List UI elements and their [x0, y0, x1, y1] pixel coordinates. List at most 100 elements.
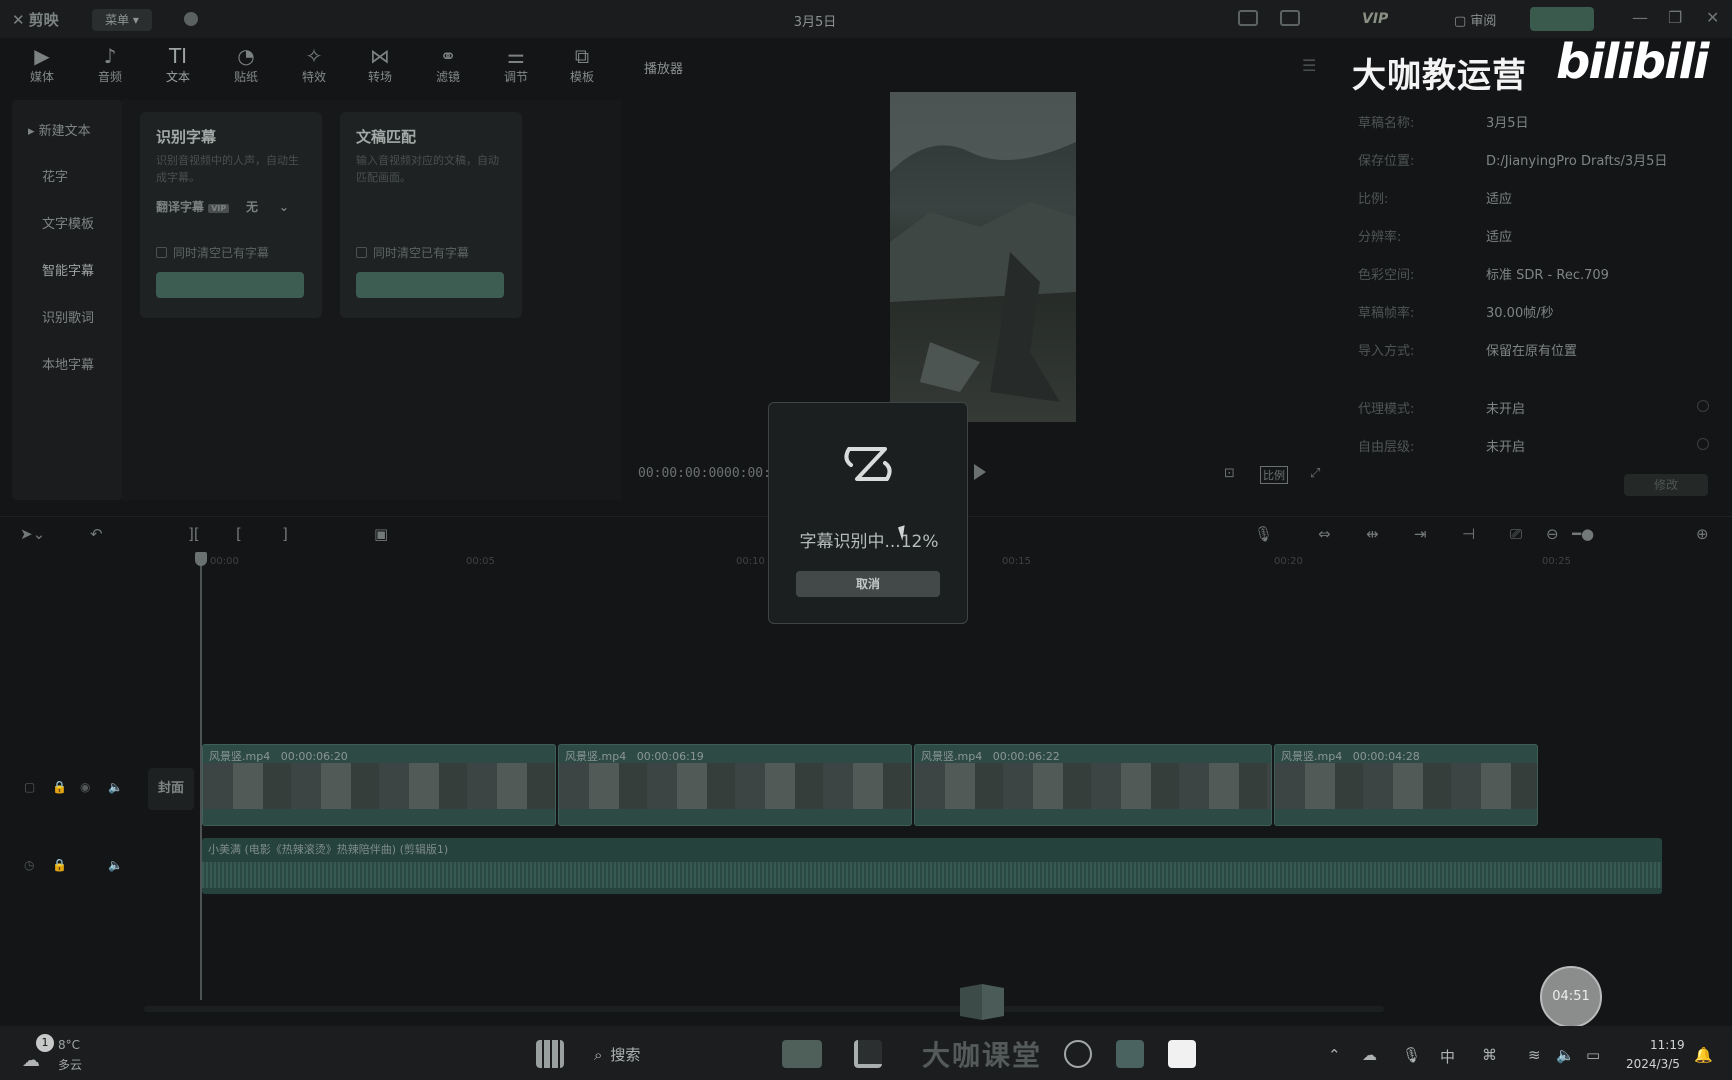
chevron-up-icon[interactable]: ⌃ [1328, 1046, 1341, 1064]
tab-template[interactable]: ⧉ 模板 [552, 44, 612, 85]
info-icon[interactable] [1697, 400, 1709, 412]
tab-audio[interactable]: ♪ 音频 [80, 44, 140, 85]
ratio-button[interactable]: 比例 [1260, 466, 1288, 484]
minimize-icon[interactable]: — [1632, 8, 1648, 27]
audio-track-icon[interactable]: ◷ [24, 858, 34, 872]
video-clip[interactable]: 风景竖.mp4 00:00:06:22 [914, 744, 1272, 826]
onedrive-icon[interactable]: ☁ [1362, 1046, 1377, 1064]
ruler-tick: 00:00 [210, 556, 239, 567]
translate-subtitle-row[interactable]: 翻译字幕 VIP 无 ⌄ [156, 198, 289, 215]
translate-value: 无 [245, 200, 258, 214]
video-clip[interactable]: 风景竖.mp4 00:00:06:19 [558, 744, 912, 826]
weather-temperature[interactable]: 8°C [58, 1038, 80, 1052]
start-recognize-button[interactable] [156, 272, 304, 298]
split-icon[interactable]: ][ [188, 525, 200, 543]
tab-adjust[interactable]: ⚌ 调节 [486, 44, 546, 85]
trim-right-icon[interactable]: ] [282, 525, 288, 543]
restore-icon[interactable]: ❐ [1668, 8, 1682, 27]
modify-button[interactable]: 修改 [1624, 474, 1708, 496]
capcut-taskbar-icon[interactable] [1168, 1040, 1196, 1068]
tray-app-icon[interactable]: ⌘ [1482, 1046, 1497, 1064]
fullscreen-icon[interactable]: ⤢ [1310, 466, 1320, 481]
ruler-tick: 00:25 [1542, 556, 1571, 567]
tab-media[interactable]: ▶ 媒体 [12, 44, 72, 85]
input-method-icon[interactable]: 中 [1440, 1046, 1455, 1067]
volume-icon[interactable]: 🔈 [108, 858, 123, 872]
floating-avatar[interactable]: 04:51 [1540, 966, 1602, 1028]
playhead[interactable] [200, 554, 202, 1000]
microphone-icon[interactable]: 🎙 [1254, 525, 1273, 543]
taskbar-app-icon[interactable] [854, 1040, 882, 1068]
preview-axis-icon[interactable]: ⇥ [1414, 525, 1427, 543]
zoom-slider[interactable]: ━● [1572, 525, 1594, 543]
tab-text[interactable]: TI 文本 [148, 44, 208, 85]
eye-icon[interactable]: ◉ [80, 780, 90, 794]
volume-icon[interactable]: 🔈 [108, 780, 123, 794]
shortcut-keyboard-icon[interactable] [1238, 10, 1258, 26]
menu-button[interactable]: 菜单 ▾ [92, 9, 152, 31]
player-menu-icon[interactable]: ☰ [1302, 56, 1316, 75]
cloud-icon[interactable]: ☁ [22, 1050, 40, 1071]
wifi-icon[interactable]: ≋ [1528, 1046, 1541, 1064]
speaker-icon[interactable]: 🔈 [1556, 1046, 1575, 1064]
tab-effects[interactable]: ✧ 特效 [284, 44, 344, 85]
audio-clip[interactable]: 小美满 (电影《热辣滚烫》热辣陪伴曲) (剪辑版1) [202, 838, 1662, 894]
tab-sticker[interactable]: ◔ 贴纸 [216, 44, 276, 85]
zoom-out-icon[interactable]: ⊖ [1546, 525, 1559, 543]
taskbar-app-icon[interactable] [782, 1040, 822, 1068]
battery-icon[interactable]: ▭ [1586, 1046, 1600, 1064]
timeline-scrollbar[interactable] [144, 1006, 1384, 1012]
cover-button[interactable]: 封面 [148, 768, 194, 810]
layout-icon[interactable] [1280, 10, 1300, 26]
sidebar-item-local-subtitle[interactable]: 本地字幕 [42, 354, 94, 373]
play-icon[interactable] [974, 464, 986, 480]
current-time: 00:00:00:00 [638, 466, 725, 481]
playhead-handle[interactable] [195, 552, 207, 566]
trim-left-icon[interactable]: [ [236, 525, 242, 543]
lock-icon[interactable]: 🔒 [52, 780, 67, 794]
link-icon[interactable]: ⇔ [1318, 525, 1331, 543]
info-icon[interactable] [1697, 438, 1709, 450]
tab-transition[interactable]: ⋈ 转场 [350, 44, 410, 85]
tab-label: 滤镜 [435, 70, 460, 84]
sidebar-item-new-text[interactable]: ▸ 新建文本 [28, 120, 91, 139]
zoom-in-icon[interactable]: ⊕ [1696, 525, 1709, 543]
split-screen-icon[interactable]: ⊣ [1462, 525, 1475, 543]
taskbar-search[interactable]: ⌕ 搜索 [594, 1044, 640, 1065]
tab-filter[interactable]: ⚭ 滤镜 [418, 44, 478, 85]
select-tool-icon[interactable]: ➤⌄ [20, 525, 45, 543]
notification-bell-icon[interactable]: 🔔 [1694, 1046, 1713, 1064]
prop-value: 30.00帧/秒 [1486, 306, 1554, 321]
clock-time[interactable]: 11:19 [1650, 1038, 1685, 1052]
sidebar-item-recognize-lyrics[interactable]: 识别歌词 [42, 307, 94, 326]
start-menu-icon[interactable] [536, 1040, 564, 1068]
microphone-tray-icon[interactable]: 🎙 [1402, 1046, 1421, 1064]
fit-screen-icon[interactable]: ⊡ [1224, 466, 1235, 481]
undo-icon[interactable]: ↶ [90, 525, 103, 543]
freeze-frame-icon[interactable]: ▣ [374, 525, 388, 543]
sidebar-item-fancy-text[interactable]: 花字 [42, 166, 68, 185]
ruler-tick: 00:20 [1274, 556, 1303, 567]
video-clip[interactable]: 风景竖.mp4 00:00:04:28 [1274, 744, 1538, 826]
taskbar-app-icon[interactable] [1064, 1040, 1092, 1068]
close-icon[interactable]: ✕ [1706, 8, 1719, 27]
review-button[interactable]: ▢ 审阅 [1454, 10, 1496, 29]
export-button[interactable] [1530, 7, 1594, 31]
vip-badge[interactable]: VIP [1362, 11, 1388, 27]
lock-icon[interactable]: 🔒 [52, 858, 67, 872]
clear-existing-checkbox[interactable]: 同时清空已有字幕 [156, 244, 269, 261]
clock-date[interactable]: 2024/3/5 [1626, 1057, 1680, 1071]
track-cover-icon[interactable]: ▢ [24, 780, 35, 794]
clear-existing-checkbox[interactable]: 同时清空已有字幕 [356, 244, 469, 261]
taskbar-app-icon[interactable] [1116, 1040, 1144, 1068]
cancel-button[interactable]: 取消 [796, 571, 940, 597]
draft-properties-panel: 草稿名称: 3月5日 保存位置: D:/JianyingPro Drafts/3… [1340, 96, 1732, 500]
sidebar-item-smart-subtitle[interactable]: 智能字幕 [42, 260, 94, 279]
video-clip[interactable]: 风景竖.mp4 00:00:06:20 [202, 744, 556, 826]
preview-icon[interactable]: ⎚ [1510, 525, 1522, 543]
snap-icon[interactable]: ⇹ [1366, 525, 1379, 543]
start-match-button[interactable] [356, 272, 504, 298]
weather-condition[interactable]: 多云 [58, 1056, 82, 1073]
bilibili-logo: bilibili [1556, 34, 1709, 90]
sidebar-item-text-template[interactable]: 文字模板 [42, 213, 94, 232]
